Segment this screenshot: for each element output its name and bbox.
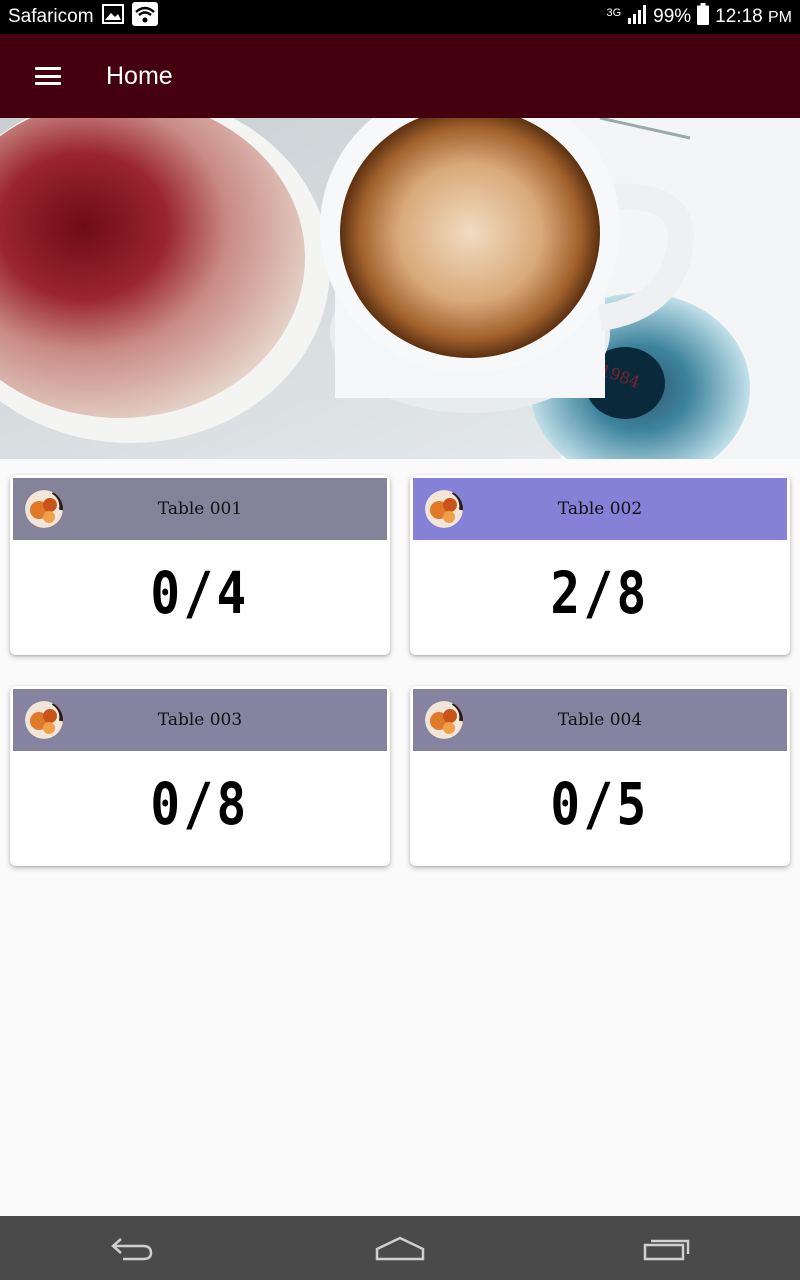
battery-percent: 99% (653, 6, 692, 27)
table-card-003[interactable]: Table 003 0/8 (10, 686, 390, 866)
table-card-004[interactable]: Table 004 0/5 (410, 686, 790, 866)
back-icon (111, 1238, 153, 1261)
back-button[interactable] (73, 1216, 193, 1280)
table-occupancy: 2/8 (550, 559, 650, 627)
app-bar: Home (0, 34, 800, 118)
table-card-001[interactable]: Table 001 0/4 (10, 475, 390, 655)
home-icon (375, 1236, 425, 1261)
status-right: 3G 99% 12:18 PM (606, 3, 792, 31)
table-card-header: Table 002 (413, 478, 787, 540)
menu-button[interactable] (0, 34, 98, 118)
signal-icon (627, 4, 647, 30)
food-avatar-icon (25, 701, 63, 739)
network-type: 3G (606, 7, 622, 19)
table-label: Table 004 (557, 710, 643, 730)
carrier-name: Safaricom (8, 6, 94, 27)
status-left: Safaricom (8, 2, 158, 32)
menu-icon (35, 67, 61, 85)
table-card-header: Table 004 (413, 689, 787, 751)
table-card-header: Table 003 (13, 689, 387, 751)
table-label: Table 003 (157, 710, 243, 730)
food-avatar-icon (425, 701, 463, 739)
table-label: Table 001 (157, 499, 243, 519)
table-card-002[interactable]: Table 002 2/8 (410, 475, 790, 655)
page-title: Home (106, 61, 173, 90)
battery-icon (697, 3, 710, 31)
status-bar: Safaricom 3G 99% 12:18 PM (0, 0, 800, 34)
wifi-icon (131, 2, 158, 32)
table-occupancy: 0/4 (150, 559, 250, 627)
hero-image: 1984 (0, 118, 800, 459)
image-icon (101, 4, 124, 30)
recents-icon (643, 1239, 689, 1261)
table-occupancy: 0/8 (150, 770, 250, 838)
table-card-header: Table 001 (13, 478, 387, 540)
clock-time: 12:18 (715, 6, 763, 27)
food-avatar-icon (425, 490, 463, 528)
clock: 12:18 PM (715, 6, 792, 28)
system-nav-bar (0, 1216, 800, 1280)
recents-button[interactable] (607, 1216, 727, 1280)
table-label: Table 002 (557, 499, 643, 519)
clock-ampm: PM (768, 9, 792, 26)
food-avatar-icon (25, 490, 63, 528)
table-occupancy: 0/5 (550, 770, 650, 838)
home-button[interactable] (340, 1216, 460, 1280)
